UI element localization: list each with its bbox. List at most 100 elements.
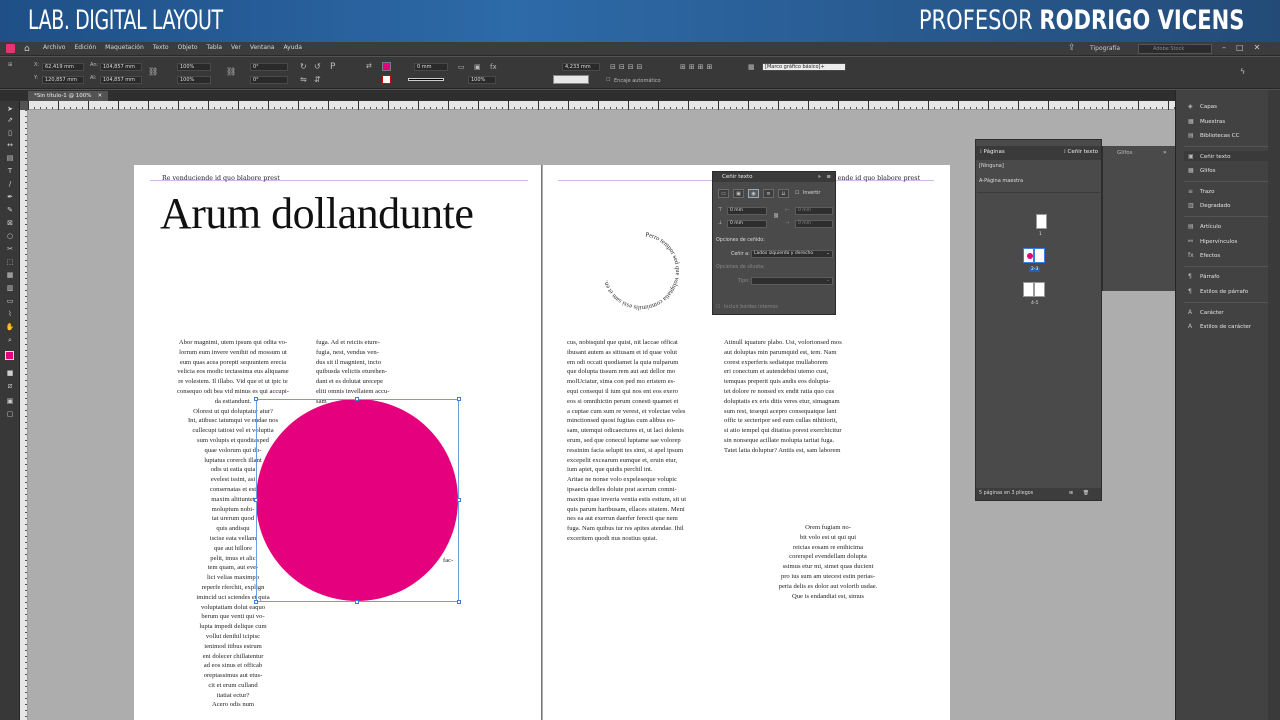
free-transform-tool-icon[interactable]: ⬚	[5, 258, 15, 266]
menu-archivo[interactable]: Archivo	[43, 44, 65, 51]
eyedropper-tool-icon[interactable]: ⌇	[5, 310, 15, 318]
resize-handle-br[interactable]	[457, 600, 461, 604]
include-edges-checkbox[interactable]: ☐	[716, 305, 720, 310]
scale-y-field[interactable]: 100%	[177, 76, 211, 84]
bounding-box-wrap-button[interactable]: ▣	[733, 189, 744, 198]
dock-paragraph[interactable]: ¶ Párrafo	[1188, 273, 1220, 280]
resize-handle-tl[interactable]	[254, 397, 258, 401]
dock-character-styles[interactable]: A Estilos de carácter	[1188, 323, 1251, 330]
dock-scrollbar[interactable]	[1268, 90, 1280, 720]
flip-horizontal-icon[interactable]: ⇋	[300, 75, 307, 84]
invert-checkbox[interactable]: ☐	[795, 191, 799, 196]
lightning-icon[interactable]: ϟ	[1240, 67, 1245, 76]
panel-menu-icon[interactable]: ≡	[826, 172, 831, 182]
menu-ventana[interactable]: Ventana	[250, 44, 275, 51]
dock-article[interactable]: ▤ Artículo	[1188, 223, 1221, 230]
gradient-tool-icon[interactable]: ▦	[5, 271, 15, 279]
share-icon[interactable]: ⇪	[1068, 43, 1076, 53]
corner-size-field[interactable]: 4,233 mm	[562, 63, 600, 71]
screen-mode-icon[interactable]: ▣	[5, 397, 15, 405]
line-tool-icon[interactable]: /	[5, 180, 15, 188]
page-thumb-5[interactable]	[1034, 282, 1045, 297]
dock-glyphs[interactable]: ▦ Glifos	[1188, 167, 1216, 174]
y-position-field[interactable]: 120,857 mm	[42, 76, 84, 84]
selection-tool-icon[interactable]: ➤	[5, 105, 15, 113]
resize-handle-tr[interactable]	[457, 397, 461, 401]
close-tab-icon[interactable]: ✕	[98, 93, 103, 99]
dock-stroke[interactable]: ≡ Trazo	[1188, 188, 1214, 195]
menu-tabla[interactable]: Tabla	[207, 44, 223, 51]
auto-fit-checkbox[interactable]: ☐	[606, 77, 610, 83]
master-a[interactable]: A-Página maestra	[977, 178, 1100, 184]
dock-text-wrap[interactable]: ▣ Ceñir texto	[1188, 153, 1230, 160]
pen-tool-icon[interactable]: ✒	[5, 193, 15, 201]
dock-paragraph-styles[interactable]: ¶ Estilos de párrafo	[1188, 288, 1248, 295]
link-offsets-icon[interactable]: ⛓	[773, 214, 779, 219]
preview-mode-icon[interactable]: ▢	[5, 410, 15, 418]
resize-handle-b[interactable]	[355, 600, 359, 604]
frame-fit-icon[interactable]: ▭	[458, 63, 465, 71]
shear-angle-field[interactable]: 0°	[250, 76, 288, 84]
object-shape-wrap-button[interactable]: ◉	[748, 189, 759, 198]
bottom-offset-field[interactable]: 0 mm	[727, 220, 767, 228]
text-on-path-icon[interactable]: P	[330, 62, 335, 72]
master-none[interactable]: [Ninguna]	[977, 163, 1100, 169]
menu-objeto[interactable]: Objeto	[178, 44, 198, 51]
constrain-scale-icon[interactable]: ⛓	[226, 67, 236, 76]
object-style-select[interactable]: [Marco gráfico básico]+	[762, 63, 846, 71]
height-field[interactable]: 104,857 mm	[100, 76, 142, 84]
tab-wrap[interactable]: ⁞ Ceñir texto	[1064, 148, 1098, 157]
flip-vertical-icon[interactable]: ⇵	[314, 75, 321, 84]
stock-search-input[interactable]: Adobe Stock	[1138, 44, 1212, 54]
tab-pages[interactable]: ⁞ Páginas	[980, 148, 1005, 157]
minimize-icon[interactable]: –	[1222, 43, 1226, 52]
page-thumb-2[interactable]	[1023, 248, 1034, 263]
dock-character[interactable]: A Carácter	[1188, 309, 1224, 316]
maximize-icon[interactable]: □	[1236, 43, 1244, 52]
menu-edicion[interactable]: Edición	[74, 44, 96, 51]
resize-handle-l[interactable]	[254, 498, 258, 502]
fx-icon[interactable]: fx	[490, 63, 497, 71]
stroke-type-preview[interactable]	[408, 78, 444, 81]
direct-selection-tool-icon[interactable]: ⇗	[5, 116, 15, 124]
fill-stroke-swatch-icon[interactable]	[5, 351, 15, 361]
horizontal-ruler[interactable]	[28, 101, 1175, 110]
dock-effects[interactable]: fx Efectos	[1188, 252, 1220, 259]
dock-swatches[interactable]: ▦ Muestras	[1188, 118, 1225, 125]
align-icons[interactable]: ⊟⊟⊟⊟	[610, 63, 645, 71]
distribute-icons[interactable]: ⊞⊞⊞⊞	[680, 63, 715, 71]
menu-ayuda[interactable]: Ayuda	[283, 44, 302, 51]
ellipse-tool-icon[interactable]: ○	[5, 232, 15, 240]
workspace-switcher[interactable]: Tipografía	[1090, 45, 1120, 52]
constrain-proportions-icon[interactable]: ⛓	[148, 67, 158, 76]
rotate-icon[interactable]: ↻	[300, 62, 307, 71]
apply-none-icon[interactable]: ⧄	[5, 382, 15, 390]
frame-fill-icon[interactable]: ▣	[474, 63, 481, 71]
note-tool-icon[interactable]: ▭	[5, 297, 15, 305]
apply-color-icon[interactable]: ■	[5, 369, 15, 377]
top-offset-field[interactable]: 0 mm	[727, 207, 767, 215]
page-thumb-4[interactable]	[1023, 282, 1034, 297]
vertical-ruler[interactable]	[20, 110, 28, 720]
jump-object-wrap-button[interactable]: ≡	[763, 189, 774, 198]
scale-x-field[interactable]: 100%	[177, 63, 211, 71]
wrap-to-select[interactable]: Lados izquierdo y derecho ⌄	[751, 250, 833, 258]
zoom-tool-icon[interactable]: ⌕	[5, 336, 15, 344]
dock-cc-libraries[interactable]: ▤ Bibliotecas CC	[1188, 132, 1239, 139]
rotation-angle-field[interactable]: 0°	[250, 63, 288, 71]
scissors-tool-icon[interactable]: ✂	[5, 245, 15, 253]
tab-glyphs[interactable]: Glifos	[1117, 150, 1133, 156]
dock-gradient[interactable]: ▥ Degradado	[1188, 202, 1230, 209]
content-collector-icon[interactable]: ▤	[5, 154, 15, 162]
circular-text-path[interactable]: Perro tempor sed que voluptatia comnimil…	[596, 226, 686, 316]
dock-layers[interactable]: ◈ Capas	[1188, 103, 1217, 110]
opacity-field[interactable]: 100%	[468, 76, 496, 84]
panel-collapse-icon[interactable]: »	[1163, 149, 1167, 156]
next-column-wrap-button[interactable]: ⇊	[778, 189, 789, 198]
menu-maquetacion[interactable]: Maquetación	[105, 44, 144, 51]
delete-page-icon[interactable]: 🗑	[1083, 488, 1089, 500]
resize-handle-r[interactable]	[457, 498, 461, 502]
x-position-field[interactable]: 62,419 mm	[42, 63, 84, 71]
hand-tool-icon[interactable]: ✋	[5, 323, 15, 331]
page-thumb-3[interactable]	[1034, 248, 1045, 263]
